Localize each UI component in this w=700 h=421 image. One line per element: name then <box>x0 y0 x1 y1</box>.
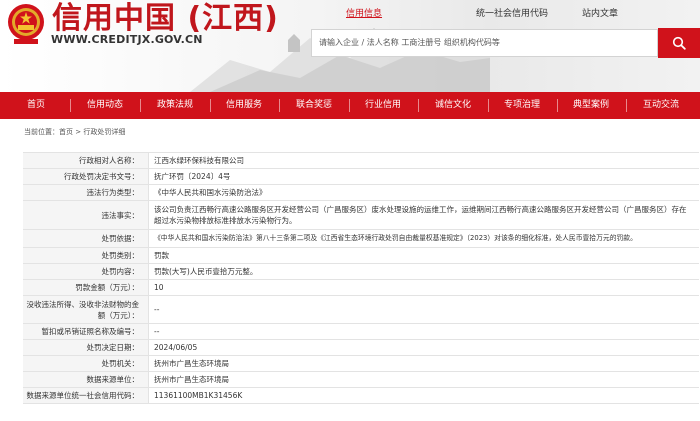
nav-divider <box>349 99 350 112</box>
row-value: 抚广环罚〔2024〕4号 <box>148 169 699 184</box>
row-label: 处罚依据： <box>23 230 148 247</box>
table-row: 暂扣或吊销证照名称及编号： -- <box>23 324 699 340</box>
nav-item-policy[interactable]: 政策法规 <box>150 92 200 119</box>
row-value: -- <box>148 296 699 323</box>
nav-divider <box>70 99 71 112</box>
row-value: 11361100MB1K31456K <box>148 388 699 403</box>
nav-divider <box>488 99 489 112</box>
row-label: 数据来源单位： <box>23 372 148 387</box>
table-row: 违法事实： 该公司负责江西畅行高速公路服务区开发经营公司（广昌服务区）废水处理设… <box>23 201 699 230</box>
row-label: 处罚决定日期： <box>23 340 148 355</box>
table-row: 没收违法所得、没收非法财物的金额（万元）： -- <box>23 296 699 324</box>
nav-item-credit-news[interactable]: 信用动态 <box>80 92 130 119</box>
table-row: 数据来源单位统一社会信用代码： 11361100MB1K31456K <box>23 388 699 404</box>
nav-item-typical-cases[interactable]: 典型案例 <box>566 92 616 119</box>
nav-divider <box>210 99 211 112</box>
penalty-detail-table: 行政相对人名称： 江西水绿环保科技有限公司 行政处罚决定书文号： 抚广环罚〔20… <box>23 152 699 404</box>
table-row: 处罚机关： 抚州市广昌生态环境局 <box>23 356 699 372</box>
table-row: 处罚依据： 《中华人民共和国水污染防治法》第八十三条第二项及《江西省生态环境行政… <box>23 230 699 248</box>
row-label: 处罚机关： <box>23 356 148 371</box>
table-row: 罚款金额（万元）： 10 <box>23 280 699 296</box>
breadcrumb: 当前位置：首页 > 行政处罚详细 <box>24 128 126 136</box>
row-value: 10 <box>148 280 699 295</box>
nav-item-integrity-culture[interactable]: 诚信文化 <box>428 92 478 119</box>
row-value: 罚款(大写)人民币壹拾万元整。 <box>148 264 699 279</box>
nav-item-rewards-penalties[interactable]: 联合奖惩 <box>289 92 339 119</box>
nav-divider <box>557 99 558 112</box>
table-row: 行政相对人名称： 江西水绿环保科技有限公司 <box>23 153 699 169</box>
main-content: 当前位置：首页 > 行政处罚详细 行政相对人名称： 江西水绿环保科技有限公司 行… <box>0 119 700 421</box>
row-label: 违法事实： <box>23 201 148 229</box>
row-value: 江西水绿环保科技有限公司 <box>148 153 699 168</box>
row-value: 该公司负责江西畅行高速公路服务区开发经营公司（广昌服务区）废水处理设施的运维工作… <box>148 201 699 229</box>
table-row: 违法行为类型： 《中华人民共和国水污染防治法》 <box>23 185 699 201</box>
row-value: 抚州市广昌生态环境局 <box>148 372 699 387</box>
row-value: 《中华人民共和国水污染防治法》第八十三条第二项及《江西省生态环境行政处罚自由裁量… <box>148 230 699 247</box>
table-row: 处罚内容： 罚款(大写)人民币壹拾万元整。 <box>23 264 699 280</box>
row-value: 抚州市广昌生态环境局 <box>148 356 699 371</box>
row-label: 处罚类别： <box>23 248 148 263</box>
site-header: 信用中国 (江西) WWW.CREDITJX.GOV.CN 信用信息 统一社会信… <box>0 0 700 92</box>
nav-item-home[interactable]: 首页 <box>18 92 54 119</box>
row-value: 2024/06/05 <box>148 340 699 355</box>
nav-item-interaction[interactable]: 互动交流 <box>636 92 686 119</box>
row-value: 罚款 <box>148 248 699 263</box>
nav-item-credit-service[interactable]: 信用服务 <box>219 92 269 119</box>
search-button[interactable] <box>658 28 700 58</box>
search-input[interactable]: 请输入企业 / 法人名称 工商注册号 组织机构代码等 <box>311 29 658 57</box>
table-row: 处罚决定日期： 2024/06/05 <box>23 340 699 356</box>
table-row: 处罚类别： 罚款 <box>23 248 699 264</box>
row-label: 处罚内容： <box>23 264 148 279</box>
row-label: 数据来源单位统一社会信用代码： <box>23 388 148 403</box>
row-label: 罚款金额（万元）： <box>23 280 148 295</box>
row-label: 行政处罚决定书文号： <box>23 169 148 184</box>
row-value: 《中华人民共和国水污染防治法》 <box>148 185 699 200</box>
row-label: 没收违法所得、没收非法财物的金额（万元）： <box>23 296 148 323</box>
top-link-credit-code[interactable]: 统一社会信用代码 <box>476 8 548 20</box>
site-domain: WWW.CREDITJX.GOV.CN <box>51 33 203 46</box>
top-link-articles[interactable]: 站内文章 <box>582 8 618 20</box>
nav-divider <box>140 99 141 112</box>
top-links: 信用信息 统一社会信用代码 站内文章 <box>0 8 700 22</box>
nav-divider <box>279 99 280 112</box>
row-value: -- <box>148 324 699 339</box>
nav-divider <box>418 99 419 112</box>
nav-divider <box>626 99 627 112</box>
nav-item-special-governance[interactable]: 专项治理 <box>497 92 547 119</box>
row-label: 行政相对人名称： <box>23 153 148 168</box>
search-icon <box>672 36 686 50</box>
nav-item-industry-credit[interactable]: 行业信用 <box>358 92 408 119</box>
top-link-credit-info[interactable]: 信用信息 <box>346 8 382 20</box>
table-row: 数据来源单位： 抚州市广昌生态环境局 <box>23 372 699 388</box>
row-label: 违法行为类型： <box>23 185 148 200</box>
main-nav: 首页 信用动态 政策法规 信用服务 联合奖惩 行业信用 诚信文化 专项治理 典型… <box>0 92 700 119</box>
table-row: 行政处罚决定书文号： 抚广环罚〔2024〕4号 <box>23 169 699 185</box>
row-label: 暂扣或吊销证照名称及编号： <box>23 324 148 339</box>
